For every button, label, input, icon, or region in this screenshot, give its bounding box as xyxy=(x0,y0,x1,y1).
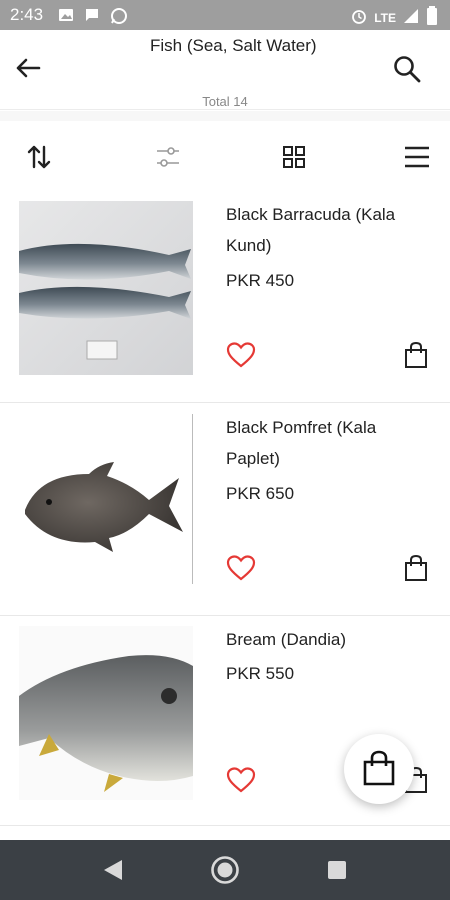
home-circle-icon[interactable] xyxy=(210,855,240,885)
fish-barracuda-image[interactable] xyxy=(19,201,193,375)
status-right-icons: LTE xyxy=(350,6,438,26)
fish-pomfret-image[interactable] xyxy=(19,414,193,588)
status-time: 2:43 xyxy=(10,5,44,24)
section-gap xyxy=(0,111,450,121)
app-header: Fish (Sea, Salt Water) Total 14 xyxy=(0,30,450,110)
product-price: PKR 650 xyxy=(226,484,295,503)
cart-fab-button[interactable] xyxy=(344,734,414,804)
message-icon xyxy=(86,9,98,21)
product-name[interactable]: Bream (Dandia) xyxy=(226,624,426,655)
cart-bag-icon xyxy=(363,750,395,786)
heart-icon[interactable] xyxy=(226,341,256,369)
product-item[interactable]: Black Pomfret (Kala Paplet) PKR 650 xyxy=(0,404,450,616)
search-icon[interactable] xyxy=(392,54,422,84)
network-label: LTE xyxy=(374,11,396,25)
grid-view-icon[interactable] xyxy=(280,143,308,171)
alarm-icon xyxy=(352,10,367,24)
total-count: Total 14 xyxy=(202,94,248,109)
signal-icon xyxy=(404,9,418,23)
battery-icon xyxy=(427,6,437,25)
back-triangle-icon[interactable] xyxy=(102,858,124,882)
whatsapp-icon xyxy=(111,8,127,24)
image-divider xyxy=(192,414,193,584)
fish-bream-image[interactable] xyxy=(19,626,193,800)
image-icon xyxy=(59,9,73,21)
product-item[interactable]: Black Barracuda (Kala Kund) PKR 450 xyxy=(0,191,450,403)
product-price: PKR 450 xyxy=(226,271,295,290)
sort-icon[interactable] xyxy=(25,143,53,171)
status-bar: 2:43 LTE xyxy=(0,0,450,30)
product-name[interactable]: Black Pomfret (Kala Paplet) xyxy=(226,412,426,474)
shopping-bag-icon[interactable] xyxy=(403,554,429,582)
product-name[interactable]: Black Barracuda (Kala Kund) xyxy=(226,199,426,261)
list-toolbar xyxy=(0,121,450,191)
page-title: Fish (Sea, Salt Water) xyxy=(150,36,317,55)
shopping-bag-icon[interactable] xyxy=(403,341,429,369)
recents-square-icon[interactable] xyxy=(327,860,347,880)
heart-icon[interactable] xyxy=(226,554,256,582)
heart-icon[interactable] xyxy=(226,766,256,794)
filter-icon[interactable] xyxy=(154,143,182,171)
system-nav-bar xyxy=(0,840,450,900)
menu-icon[interactable] xyxy=(403,143,431,171)
product-price: PKR 550 xyxy=(226,664,295,683)
back-arrow-icon[interactable] xyxy=(12,52,44,84)
